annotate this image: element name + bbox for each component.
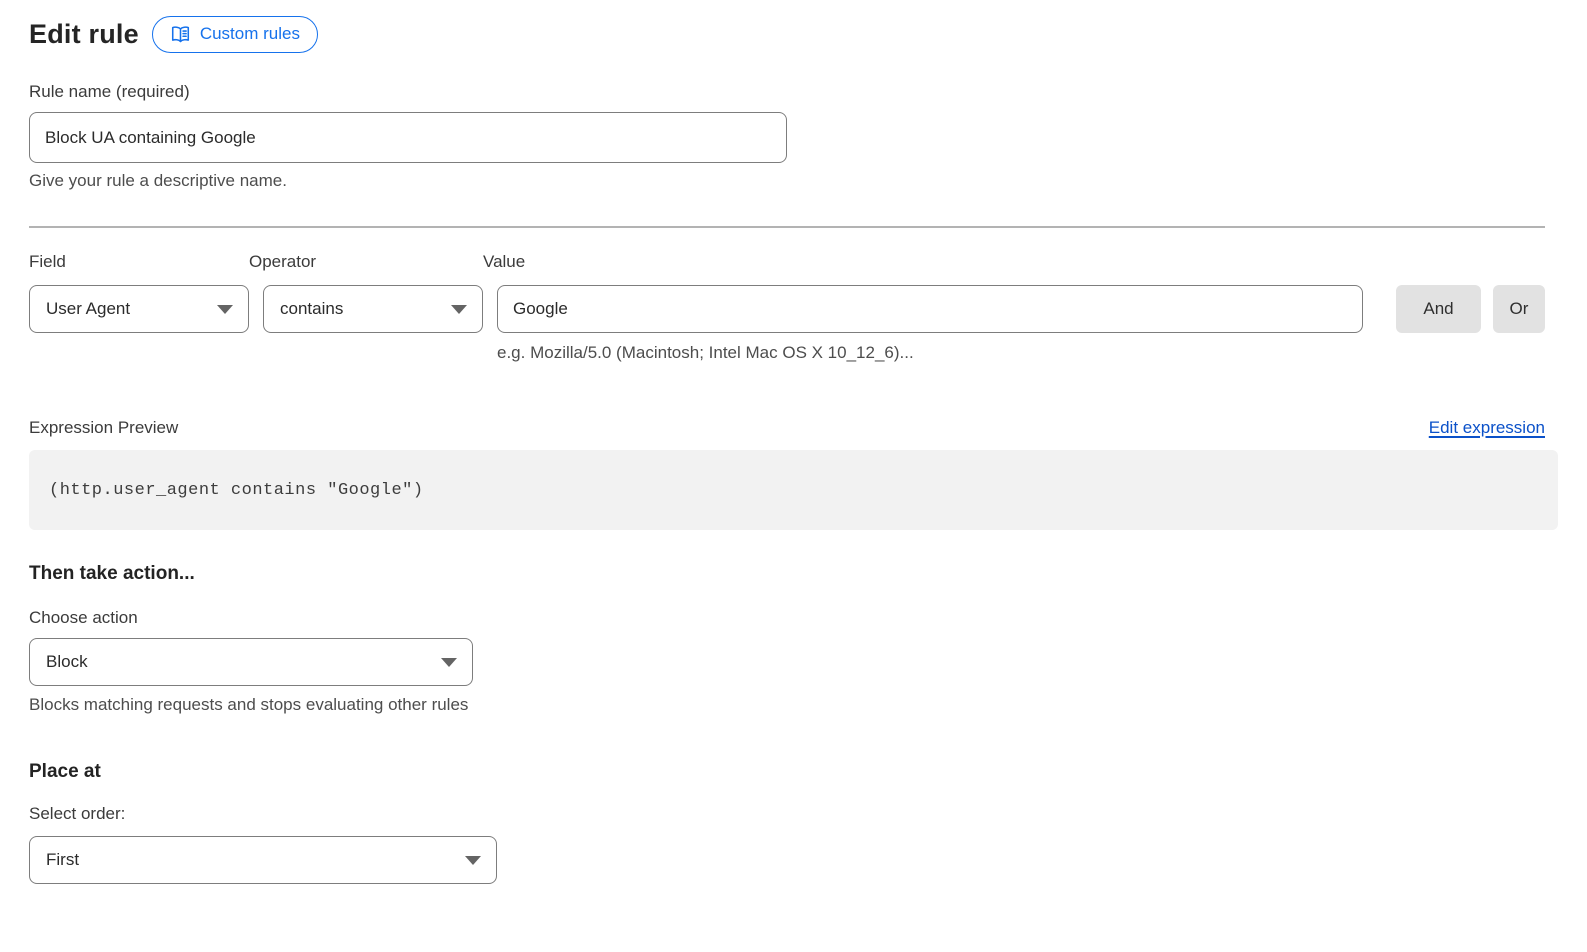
chevron-down-icon (465, 856, 481, 865)
field-column: Field User Agent (29, 252, 249, 333)
choose-action-label: Choose action (29, 608, 1587, 628)
expression-code: (http.user_agent contains "Google") (49, 481, 424, 500)
order-select[interactable]: First (29, 836, 497, 884)
rule-name-section: Rule name (required) Give your rule a de… (29, 82, 1587, 191)
expression-preview-box: (http.user_agent contains "Google") (29, 450, 1558, 530)
edit-rule-page: Edit rule Custom rules Rule name (requir… (0, 0, 1587, 884)
value-column: Value (483, 252, 1363, 333)
action-heading: Then take action... (29, 563, 1587, 585)
chevron-down-icon (441, 658, 457, 667)
operator-label: Operator (249, 252, 483, 272)
rule-name-label: Rule name (required) (29, 82, 1587, 102)
placement-section: Place at Select order: First (29, 761, 1587, 884)
edit-expression-link[interactable]: Edit expression (1429, 418, 1545, 438)
page-title: Edit rule (29, 19, 139, 50)
page-header: Edit rule Custom rules (29, 15, 1587, 53)
expression-header: Expression Preview Edit expression (29, 418, 1545, 438)
section-divider (29, 226, 1545, 228)
and-button[interactable]: And (1396, 285, 1481, 333)
order-selected-value: First (46, 850, 79, 870)
action-section: Then take action... Choose action Block … (29, 563, 1587, 715)
or-button[interactable]: Or (1493, 285, 1545, 333)
operator-select[interactable]: contains (263, 285, 483, 333)
place-at-heading: Place at (29, 761, 1587, 783)
chevron-down-icon (217, 305, 233, 314)
field-label: Field (29, 252, 249, 272)
select-order-label: Select order: (29, 804, 1587, 824)
action-select[interactable]: Block (29, 638, 473, 686)
chevron-down-icon (451, 305, 467, 314)
book-icon (170, 25, 191, 44)
action-help: Blocks matching requests and stops evalu… (29, 695, 1587, 715)
field-selected-value: User Agent (46, 299, 130, 319)
condition-row: Field User Agent Operator contains Value… (29, 252, 1587, 333)
rule-name-help: Give your rule a descriptive name. (29, 171, 1587, 191)
action-selected-value: Block (46, 652, 88, 672)
value-help: e.g. Mozilla/5.0 (Macintosh; Intel Mac O… (497, 343, 1587, 363)
custom-rules-docs-button[interactable]: Custom rules (152, 16, 318, 53)
custom-rules-label: Custom rules (200, 24, 300, 44)
operator-column: Operator contains (249, 252, 483, 333)
value-input[interactable] (497, 285, 1363, 333)
rule-name-input[interactable] (29, 112, 787, 163)
operator-selected-value: contains (280, 299, 343, 319)
value-label: Value (483, 252, 1363, 272)
field-select[interactable]: User Agent (29, 285, 249, 333)
expression-preview-label: Expression Preview (29, 418, 178, 438)
